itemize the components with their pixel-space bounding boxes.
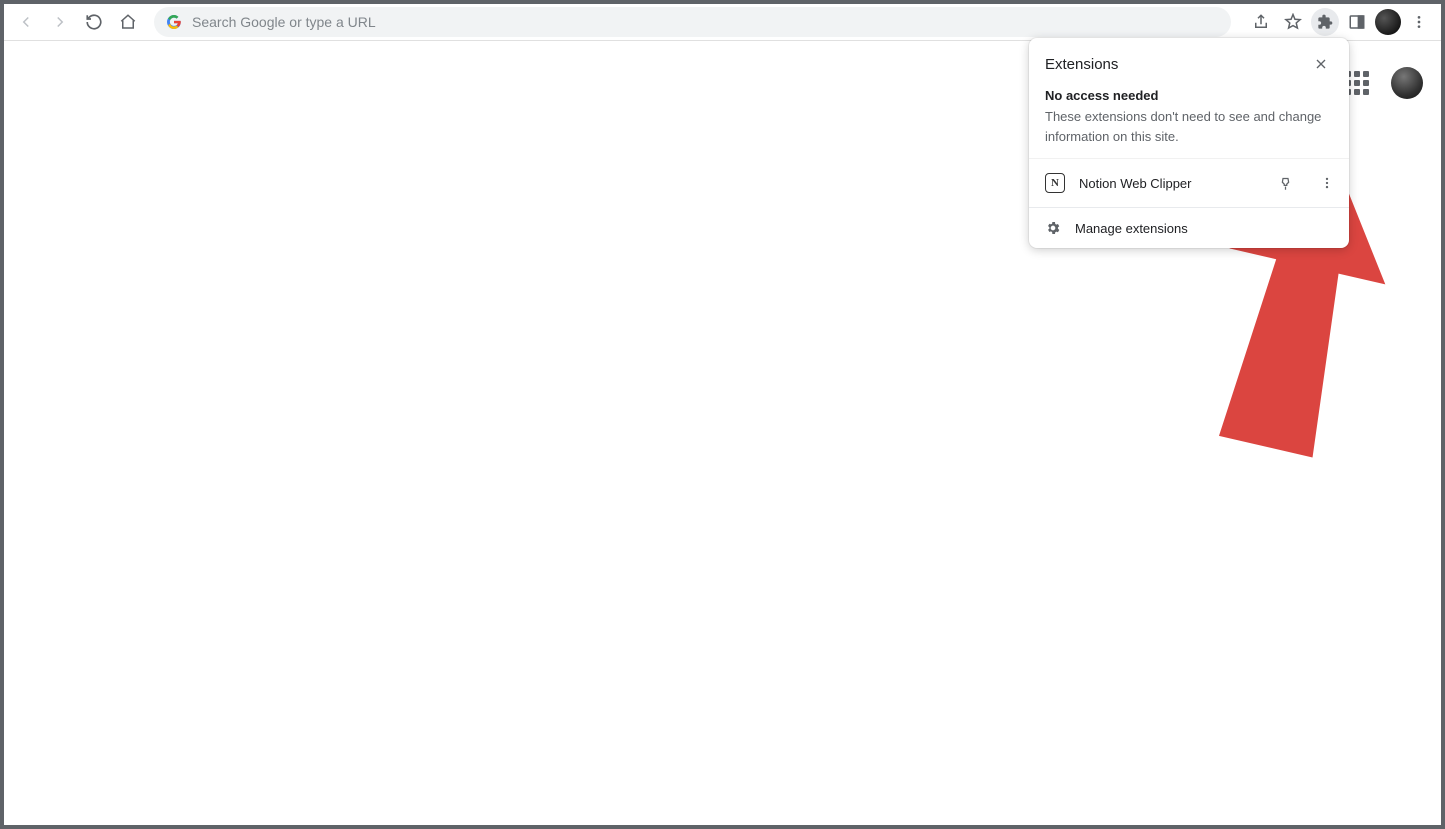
extensions-button[interactable] [1311, 8, 1339, 36]
sidepanel-button[interactable] [1343, 8, 1371, 36]
back-button[interactable] [12, 8, 40, 36]
reload-button[interactable] [80, 8, 108, 36]
google-account-avatar[interactable] [1391, 67, 1423, 99]
google-g-icon [166, 14, 182, 30]
bookmark-button[interactable] [1279, 8, 1307, 36]
home-button[interactable] [114, 8, 142, 36]
profile-avatar[interactable] [1375, 9, 1401, 35]
chrome-menu-button[interactable] [1405, 8, 1433, 36]
popup-close-button[interactable] [1309, 52, 1333, 76]
gear-icon [1045, 220, 1061, 236]
extension-more-button[interactable] [1313, 169, 1341, 197]
extension-row[interactable]: N Notion Web Clipper [1029, 158, 1349, 207]
popup-section-title: No access needed [1045, 88, 1333, 103]
manage-extensions-label: Manage extensions [1075, 221, 1188, 236]
browser-toolbar [4, 4, 1441, 40]
popup-section-desc: These extensions don't need to see and c… [1045, 107, 1333, 146]
address-bar[interactable] [154, 7, 1231, 37]
pin-extension-button[interactable] [1271, 169, 1299, 197]
share-button[interactable] [1247, 8, 1275, 36]
manage-extensions-button[interactable]: Manage extensions [1029, 207, 1349, 248]
search-input[interactable] [192, 14, 1219, 30]
extensions-popup: Extensions No access needed These extens… [1029, 38, 1349, 248]
popup-title: Extensions [1045, 56, 1118, 73]
extension-name: Notion Web Clipper [1079, 176, 1257, 191]
notion-icon: N [1045, 173, 1065, 193]
forward-button[interactable] [46, 8, 74, 36]
